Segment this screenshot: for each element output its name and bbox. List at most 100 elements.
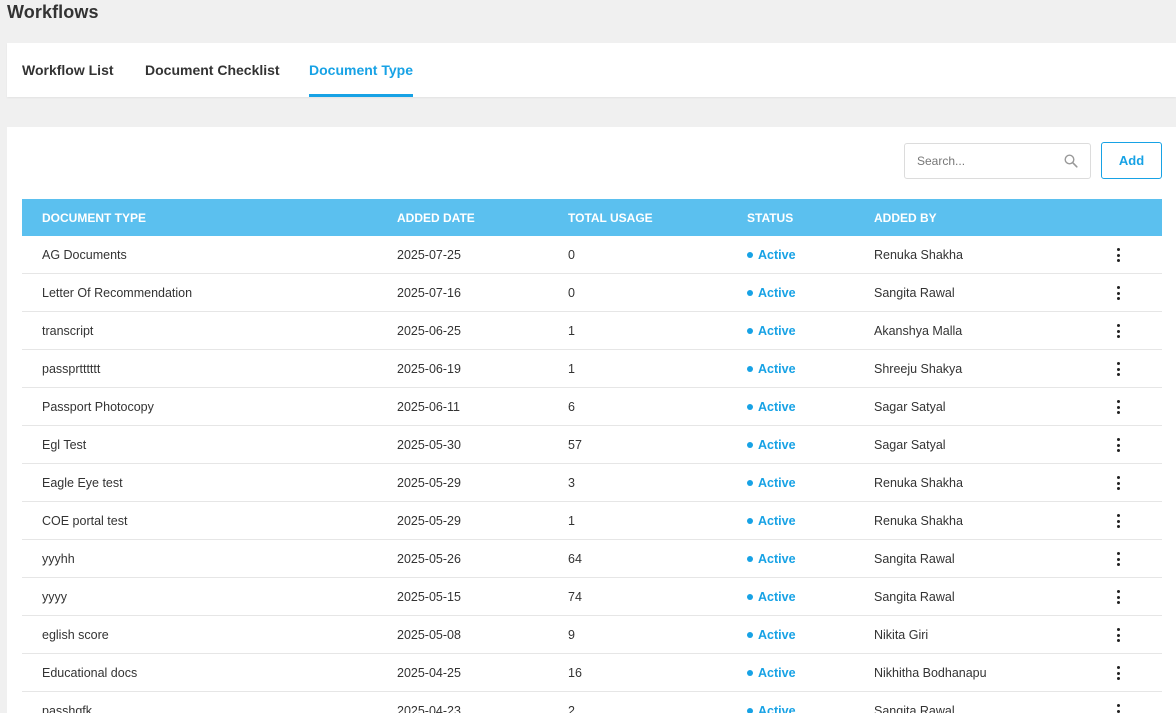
tab-document-type[interactable]: Document Type [309, 43, 413, 97]
added-by-cell: Nikhitha Bodhanapu [874, 666, 987, 680]
document-type-cell: Letter Of Recommendation [42, 286, 193, 300]
status-dot-icon [747, 289, 753, 296]
status-dot-icon [747, 631, 753, 638]
added-date-cell: 2025-04-25 [397, 666, 461, 680]
status-badge: Active [747, 312, 796, 350]
more-options-icon[interactable] [1112, 703, 1124, 713]
table-row[interactable]: eglish score 2025-05-08 9 Active Nikita Giri [22, 616, 1162, 654]
table-row[interactable]: Egl Test 2025-05-30 57 Active Sagar Satyal [22, 426, 1162, 464]
added-by-cell: Nikita Giri [874, 628, 929, 642]
column-header-added-by[interactable]: ADDED BY [874, 211, 937, 225]
status-label: Active [758, 476, 796, 490]
status-dot-icon [747, 555, 753, 562]
column-header-status[interactable]: STATUS [747, 211, 793, 225]
status-label: Active [758, 666, 796, 680]
column-header-added-date[interactable]: ADDED DATE [397, 211, 475, 225]
column-header-total-usage[interactable]: TOTAL USAGE [568, 211, 653, 225]
search-input[interactable] [905, 144, 1065, 178]
status-badge: Active [747, 388, 796, 426]
add-button[interactable]: Add [1101, 142, 1162, 179]
total-usage-cell: 1 [568, 324, 575, 338]
status-label: Active [758, 286, 796, 300]
tab-workflow-list[interactable]: Workflow List [22, 43, 114, 97]
status-badge: Active [747, 502, 796, 540]
column-header-document-type[interactable]: DOCUMENT TYPE [42, 211, 146, 225]
document-type-cell: Educational docs [42, 666, 138, 680]
added-by-cell: Renuka Shakha [874, 514, 963, 528]
more-options-icon[interactable] [1112, 323, 1124, 339]
table-row[interactable]: Educational docs 2025-04-25 16 Active Nikhit… [22, 654, 1162, 692]
status-dot-icon [747, 365, 753, 372]
status-label: Active [758, 514, 796, 528]
added-date-cell: 2025-04-23 [397, 704, 461, 713]
document-type-cell: AG Documents [42, 248, 127, 262]
table-body: AG Documents 2025-07-25 0 Active Renuka Shak… [22, 236, 1162, 713]
table-row[interactable]: Letter Of Recommendation 2025-07-16 0 Activ… [22, 274, 1162, 312]
added-by-cell: Shreeju Shakya [874, 362, 963, 376]
status-label: Active [758, 552, 796, 566]
status-badge: Active [747, 578, 796, 616]
added-date-cell: 2025-06-19 [397, 362, 461, 376]
total-usage-cell: 9 [568, 628, 575, 642]
table-row[interactable]: passprtttttt 2025-06-19 1 Active Shreeju Sha… [22, 350, 1162, 388]
more-options-icon[interactable] [1112, 285, 1124, 301]
more-options-icon[interactable] [1112, 399, 1124, 415]
total-usage-cell: 0 [568, 248, 575, 262]
table-row[interactable]: AG Documents 2025-07-25 0 Active Renuka Shak… [22, 236, 1162, 274]
more-options-icon[interactable] [1112, 665, 1124, 681]
status-badge: Active [747, 616, 796, 654]
search-icon[interactable] [1064, 154, 1078, 168]
total-usage-cell: 6 [568, 400, 575, 414]
document-type-panel: Add DOCUMENT TYPE ADDED DATE TOTAL USAGE… [7, 127, 1176, 713]
status-badge: Active [747, 654, 796, 692]
status-badge: Active [747, 350, 796, 388]
more-options-icon[interactable] [1112, 247, 1124, 263]
added-date-cell: 2025-05-29 [397, 476, 461, 490]
status-badge: Active [747, 692, 796, 713]
table-row[interactable]: Passport Photocopy 2025-06-11 6 Active Sagar… [22, 388, 1162, 426]
added-date-cell: 2025-05-29 [397, 514, 461, 528]
table-row[interactable]: COE portal test 2025-05-29 1 Active Renuka S… [22, 502, 1162, 540]
status-label: Active [758, 590, 796, 604]
added-date-cell: 2025-07-25 [397, 248, 461, 262]
added-by-cell: Sangita Rawal [874, 552, 955, 566]
status-dot-icon [747, 669, 753, 676]
status-label: Active [758, 248, 796, 262]
added-by-cell: Sangita Rawal [874, 590, 955, 604]
added-by-cell: Sangita Rawal [874, 704, 955, 713]
added-date-cell: 2025-05-08 [397, 628, 461, 642]
status-dot-icon [747, 707, 753, 713]
document-type-cell: Eagle Eye test [42, 476, 123, 490]
document-type-cell: yyyhh [42, 552, 75, 566]
more-options-icon[interactable] [1112, 589, 1124, 605]
table-row[interactable]: Eagle Eye test 2025-05-29 3 Active Renuka Sh… [22, 464, 1162, 502]
status-label: Active [758, 324, 796, 338]
table-row[interactable]: yyyy 2025-05-15 74 Active Sangita Rawal [22, 578, 1162, 616]
added-by-cell: Renuka Shakha [874, 476, 963, 490]
status-dot-icon [747, 251, 753, 258]
status-dot-icon [747, 327, 753, 334]
more-options-icon[interactable] [1112, 437, 1124, 453]
document-type-cell: passprtttttt [42, 362, 101, 376]
status-dot-icon [747, 593, 753, 600]
document-type-cell: eglish score [42, 628, 109, 642]
more-options-icon[interactable] [1112, 513, 1124, 529]
more-options-icon[interactable] [1112, 551, 1124, 567]
table-header: DOCUMENT TYPE ADDED DATE TOTAL USAGE STA… [22, 199, 1162, 236]
status-label: Active [758, 400, 796, 414]
total-usage-cell: 1 [568, 514, 575, 528]
more-options-icon[interactable] [1112, 361, 1124, 377]
added-date-cell: 2025-07-16 [397, 286, 461, 300]
added-date-cell: 2025-06-11 [397, 400, 461, 414]
document-type-table: DOCUMENT TYPE ADDED DATE TOTAL USAGE STA… [22, 199, 1162, 713]
status-label: Active [758, 438, 796, 452]
added-by-cell: Akanshya Malla [874, 324, 963, 338]
table-row[interactable]: passhgfk 2025-04-23 2 Active Sangita Rawal [22, 692, 1162, 713]
tab-document-checklist[interactable]: Document Checklist [145, 43, 280, 97]
more-options-icon[interactable] [1112, 627, 1124, 643]
added-date-cell: 2025-06-25 [397, 324, 461, 338]
table-row[interactable]: yyyhh 2025-05-26 64 Active Sangita Rawal [22, 540, 1162, 578]
more-options-icon[interactable] [1112, 475, 1124, 491]
table-row[interactable]: transcript 2025-06-25 1 Active Akanshya Mall… [22, 312, 1162, 350]
document-type-cell: Egl Test [42, 438, 87, 452]
